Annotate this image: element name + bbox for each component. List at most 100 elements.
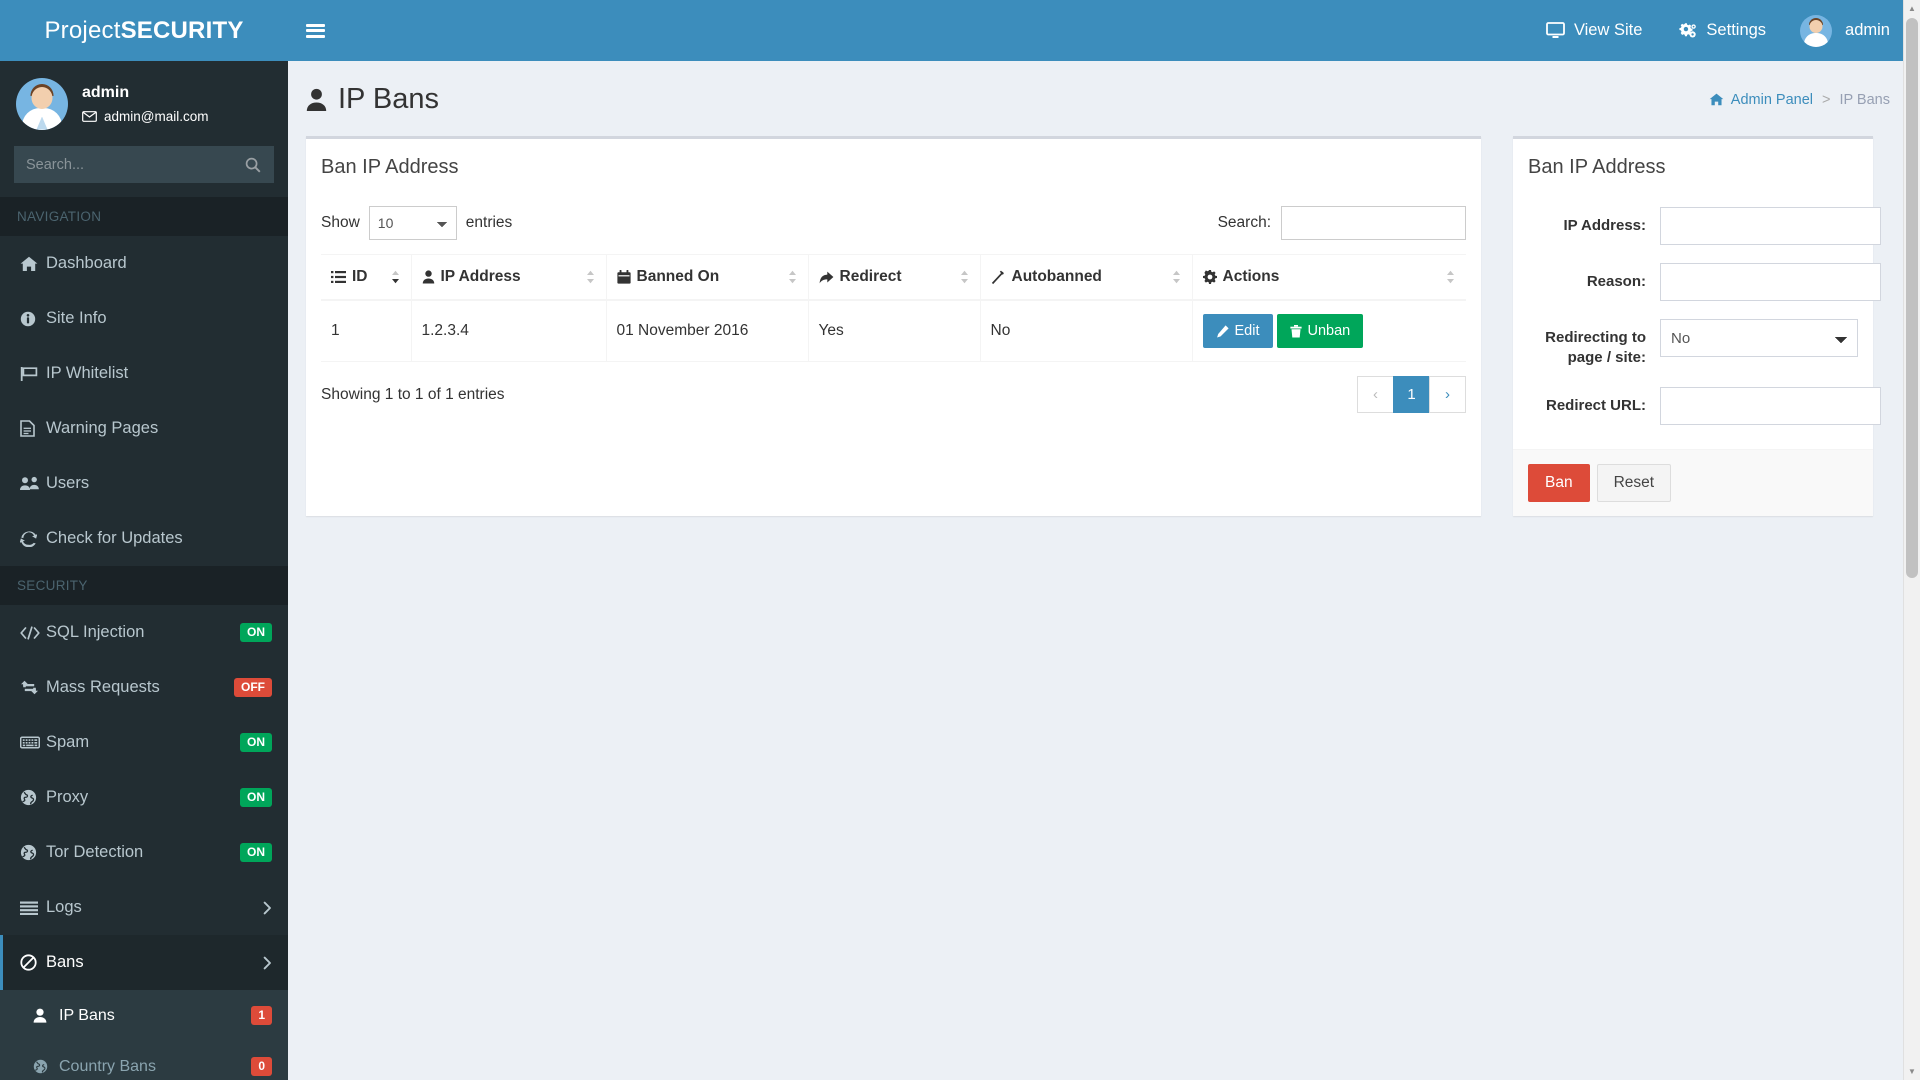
sidebar-item-dashboard[interactable]: Dashboard <box>0 236 288 291</box>
bars-icon <box>20 901 46 915</box>
page-scrollbar[interactable]: ▲ ▼ <box>1903 0 1920 1080</box>
settings-link[interactable]: Settings <box>1660 0 1784 61</box>
sidebar-item-country-bans[interactable]: Country Bans 0 <box>0 1041 288 1080</box>
reason-field[interactable] <box>1660 263 1881 301</box>
table-box-body: Show 10 entries Search: ID IP Address Ba… <box>306 186 1481 432</box>
user-menu[interactable]: admin <box>1784 0 1920 61</box>
ban-ip-form-box: Ban IP Address IP Address: Reason: Redir… <box>1513 136 1881 516</box>
sidebar-item-ip-bans[interactable]: IP Bans 1 <box>0 990 288 1041</box>
home-icon <box>1709 93 1724 106</box>
table-search-input[interactable] <box>1281 206 1466 240</box>
search-input[interactable] <box>15 156 233 173</box>
sidebar-item-sql-injection[interactable]: SQL Injection ON <box>0 605 288 660</box>
status-badge: ON <box>240 842 272 863</box>
sidebar-item-tor-detection[interactable]: Tor Detection ON <box>0 825 288 880</box>
globe-icon <box>20 844 46 861</box>
content-body: Ban IP Address Show 10 entries Search: I… <box>288 128 1920 516</box>
gear-icon <box>1678 22 1697 40</box>
sidebar-user-info: admin admin@mail.com <box>82 84 208 124</box>
sidebar-item-check-for-updates[interactable]: Check for Updates <box>0 511 288 566</box>
scrollbar-thumb[interactable] <box>1906 18 1918 578</box>
column-header-redirect[interactable]: Redirect <box>808 254 981 301</box>
form-row-redirecting: Redirecting to page / site: No <box>1528 310 1858 378</box>
page-title: IP Bans <box>306 83 439 116</box>
code-icon <box>20 625 46 640</box>
sidebar-item-ip-whitelist[interactable]: IP Whitelist <box>0 346 288 401</box>
column-header-autobanned[interactable]: Autobanned <box>980 254 1193 301</box>
sidebar-item-warning-pages[interactable]: Warning Pages <box>0 401 288 456</box>
users-icon <box>20 476 46 491</box>
column-header-label: Banned On <box>636 268 720 285</box>
column-header-label: Actions <box>1222 268 1280 285</box>
breadcrumb-admin-panel[interactable]: Admin Panel <box>1709 92 1813 108</box>
hamburger-icon <box>305 21 325 40</box>
avatar <box>16 77 68 130</box>
navbar-right-menu: View Site Settings admin <box>1528 0 1920 61</box>
sort-both-icon[interactable] <box>1429 270 1456 284</box>
view-site-link[interactable]: View Site <box>1528 0 1660 61</box>
sidebar-item-label: Check for Updates <box>46 529 183 547</box>
navbar-username: admin <box>1845 21 1890 39</box>
form-box-header: Ban IP Address <box>1513 139 1873 186</box>
form-box-title: Ban IP Address <box>1528 156 1666 178</box>
column-header-label: IP Address <box>440 268 521 285</box>
status-badge: ON <box>240 732 272 753</box>
sidebar-header-navigation: NAVIGATION <box>0 197 288 236</box>
redirect-url-field[interactable] <box>1660 386 1881 425</box>
sidebar-item-label: Dashboard <box>46 254 127 272</box>
entries-length-control: Show 10 entries <box>321 206 512 240</box>
sidebar-item-spam[interactable]: Spam ON <box>0 715 288 770</box>
sidebar-user-panel[interactable]: admin admin@mail.com <box>0 61 288 146</box>
file-text-icon <box>20 420 46 437</box>
entries-label: entries <box>465 214 513 231</box>
sort-both-icon[interactable] <box>569 270 596 284</box>
sort-desc-icon[interactable] <box>374 270 401 284</box>
view-site-label: View Site <box>1573 21 1643 39</box>
ban-button[interactable]: Ban <box>1528 463 1590 502</box>
edit-button[interactable]: Edit <box>1202 314 1273 348</box>
sidebar-item-proxy[interactable]: Proxy ON <box>0 770 288 825</box>
globe-icon <box>33 1059 59 1074</box>
unban-button[interactable]: Unban <box>1276 314 1364 348</box>
cell-id: 1 <box>321 300 412 362</box>
form-row-reason: Reason: <box>1528 254 1881 310</box>
sidebar-item-logs[interactable]: Logs <box>0 880 288 935</box>
user-icon <box>422 270 435 284</box>
sidebar-item-site-info[interactable]: Site Info <box>0 291 288 346</box>
sidebar-search-box <box>14 146 274 183</box>
flag-icon <box>20 366 46 382</box>
table-box-header: Ban IP Address <box>306 139 1481 186</box>
ban-icon <box>20 954 46 971</box>
ip-address-field[interactable] <box>1660 207 1881 245</box>
sidebar-item-bans[interactable]: Bans <box>0 935 288 990</box>
column-header-banned-on[interactable]: Banned On <box>606 254 809 301</box>
sort-both-icon[interactable] <box>1155 270 1182 284</box>
brand-logo[interactable]: Project SECURITY <box>0 0 288 61</box>
column-header-ip-address[interactable]: IP Address <box>411 254 607 301</box>
pagination: ‹ 1 › <box>1357 376 1466 413</box>
column-header-actions[interactable]: Actions <box>1192 254 1466 301</box>
sort-both-icon[interactable] <box>943 270 970 284</box>
sidebar-header-security: SECURITY <box>0 566 288 605</box>
pagination-page-1[interactable]: 1 <box>1393 376 1430 413</box>
scroll-up-arrow[interactable]: ▲ <box>1904 0 1920 17</box>
pagination-prev[interactable]: ‹ <box>1357 376 1394 413</box>
reset-button[interactable]: Reset <box>1596 463 1672 502</box>
magic-icon <box>991 270 1006 285</box>
entries-per-page-select[interactable]: 10 <box>368 206 457 240</box>
sidebar-item-mass-requests[interactable]: Mass Requests OFF <box>0 660 288 715</box>
sidebar-item-users[interactable]: Users <box>0 456 288 511</box>
table-search-control: Search: <box>1218 206 1466 240</box>
redirect-url-label: Redirect URL: <box>1545 396 1646 414</box>
menu-toggle-button[interactable] <box>288 0 342 61</box>
scroll-down-arrow[interactable]: ▼ <box>1904 1063 1920 1080</box>
breadcrumb: Admin Panel > IP Bans <box>1709 92 1890 108</box>
sort-both-icon[interactable] <box>771 270 798 284</box>
sidebar-user-email-row: admin@mail.com <box>82 109 208 124</box>
column-header-id[interactable]: ID <box>321 254 412 301</box>
table-body: 1 1.2.3.4 01 November 2016 Yes No Edit U… <box>321 300 1466 362</box>
redirecting-select[interactable]: No <box>1660 319 1858 357</box>
home-icon <box>20 256 46 272</box>
search-button[interactable] <box>233 147 273 182</box>
pagination-next[interactable]: › <box>1429 376 1466 413</box>
